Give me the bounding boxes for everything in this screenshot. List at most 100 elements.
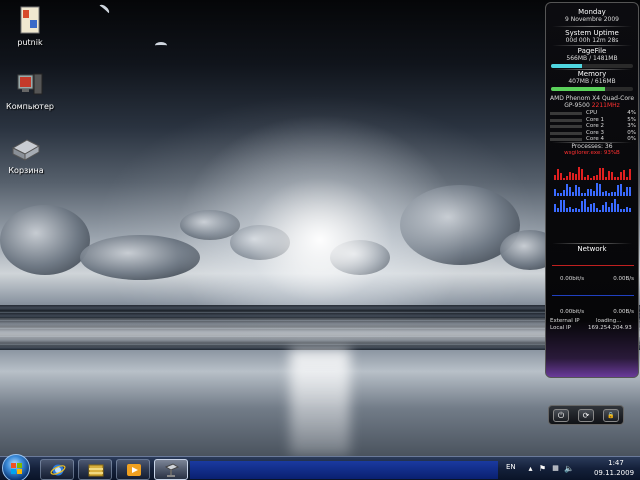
desktop-icon-label: putnik [17,38,43,47]
network-icon[interactable]: ▦ [551,464,560,473]
uptime-value: 00d 00h 12m 28s [565,37,619,44]
graph-bar [623,209,625,212]
graph-bar [560,172,562,180]
top-process: wsgilorer.exe: 93%B [564,150,620,156]
cpu-model: GP-9500 [564,102,590,109]
language-indicator[interactable]: EN [506,463,516,471]
taskbar-active-app[interactable] [154,459,188,480]
network-title: Network [577,245,607,253]
power-button[interactable]: ⏻ [553,409,569,422]
taskbar-media-player[interactable] [116,459,150,480]
graph-bar [614,177,616,180]
taskbar-running-area [190,461,498,479]
graph-bar [608,207,610,212]
graph-bar [605,176,607,180]
graph-bar [593,191,595,196]
volume-icon[interactable]: 🔈 [564,464,574,473]
cpu-row-name: Core 2 [586,123,604,129]
local-ip-value: 169.254.204.93 [588,325,632,331]
divider [552,243,632,244]
graph-bar [599,167,601,180]
start-button[interactable] [2,454,30,480]
external-ip-value: loading... [596,318,622,324]
pagefile-value: 566MB / 1481MB [566,55,618,62]
graph-bar [563,189,565,196]
cpu-row-name: Core 1 [586,116,604,123]
cpu-usage-bar [550,118,582,122]
processes-count: Processes: 36 [571,143,613,150]
graph-bar [608,192,610,196]
uptime-title: System Uptime [565,29,619,37]
show-hidden-icons-icon[interactable]: ▴ [526,464,535,473]
graph-bar [608,171,610,180]
upload-graph [552,295,634,296]
shutdown-gadget: ⏻ ⟳ 🔒 [548,405,624,425]
graph-bar [629,186,631,196]
graph-bar [557,169,559,180]
cloud [0,205,90,275]
cpu-usage-bar [550,112,582,115]
desktop-icon-recycle-bin[interactable]: Корзина [0,136,56,175]
clock-date[interactable]: 09.11.2009 [590,469,638,477]
gadget-day: Monday [578,8,606,16]
graph-bar [626,176,628,180]
desktop-icon-user[interactable]: putnik [0,6,60,47]
clock-time[interactable]: 1:47 [596,459,636,467]
cpu-name: AMD Phenom X4 Quad-Core [549,95,635,102]
graph-bar [560,199,562,212]
graph-bar [566,183,568,196]
graph-bar [611,172,613,180]
restart-button[interactable]: ⟳ [578,409,594,422]
upload-bits: 0.00bit/s [560,309,585,315]
graph-bar [596,175,598,180]
graph-bar [578,166,580,180]
graph-bar [626,187,628,196]
graph-bar [593,202,595,212]
memory-title: Memory [577,70,607,78]
graph-bar [617,204,619,212]
graph-bar [617,177,619,180]
graph-bar [611,192,613,196]
graph-bar [578,187,580,196]
user-folder-icon [20,6,40,34]
cpu-model-line: GP-9500 2211MHz [546,102,638,109]
taskbar-internet-explorer[interactable] [40,459,74,480]
graph-bar [587,206,589,212]
graph-bar [575,184,577,196]
graph-bar [626,207,628,212]
upload-bytes: 0.00B/s [613,309,634,315]
cpu-usage-bar [550,125,582,128]
memory-bar-fill [551,87,606,91]
pagefile-title: PageFile [577,47,607,55]
graph-bar [605,190,607,196]
graph-bar [569,171,571,180]
external-ip-label: External IP [550,318,580,324]
action-center-flag-icon[interactable]: ⚑ [538,464,547,473]
windows-logo-icon [11,463,23,475]
cpu-row-percent: 0% [627,129,636,136]
taskbar-file-explorer[interactable] [78,459,112,480]
restart-icon: ⟳ [582,411,590,420]
cpu-graph-blue [554,182,632,196]
graph-bar [599,184,601,196]
graph-bar [569,186,571,196]
graph-bar [575,207,577,212]
media-player-icon [127,464,141,476]
graph-bar [614,192,616,196]
memory-bar [551,87,633,91]
graph-bar [557,192,559,196]
desktop-icon-computer[interactable]: Компьютер [0,72,66,111]
graph-bar [611,202,613,212]
computer-icon [17,73,43,95]
graph-bar [554,189,556,196]
graph-bar [581,193,583,196]
graph-bar [602,167,604,180]
graph-bar [623,169,625,180]
lock-button[interactable]: 🔒 [603,409,619,422]
graph-bar [581,168,583,180]
graph-bar [599,209,601,212]
cpu-row-name: CPU [586,110,598,116]
system-monitor-gadget[interactable]: Monday 9 Novembre 2009 System Uptime 00d… [545,2,639,378]
graph-bar [605,201,607,212]
power-icon: ⏻ [557,411,565,420]
